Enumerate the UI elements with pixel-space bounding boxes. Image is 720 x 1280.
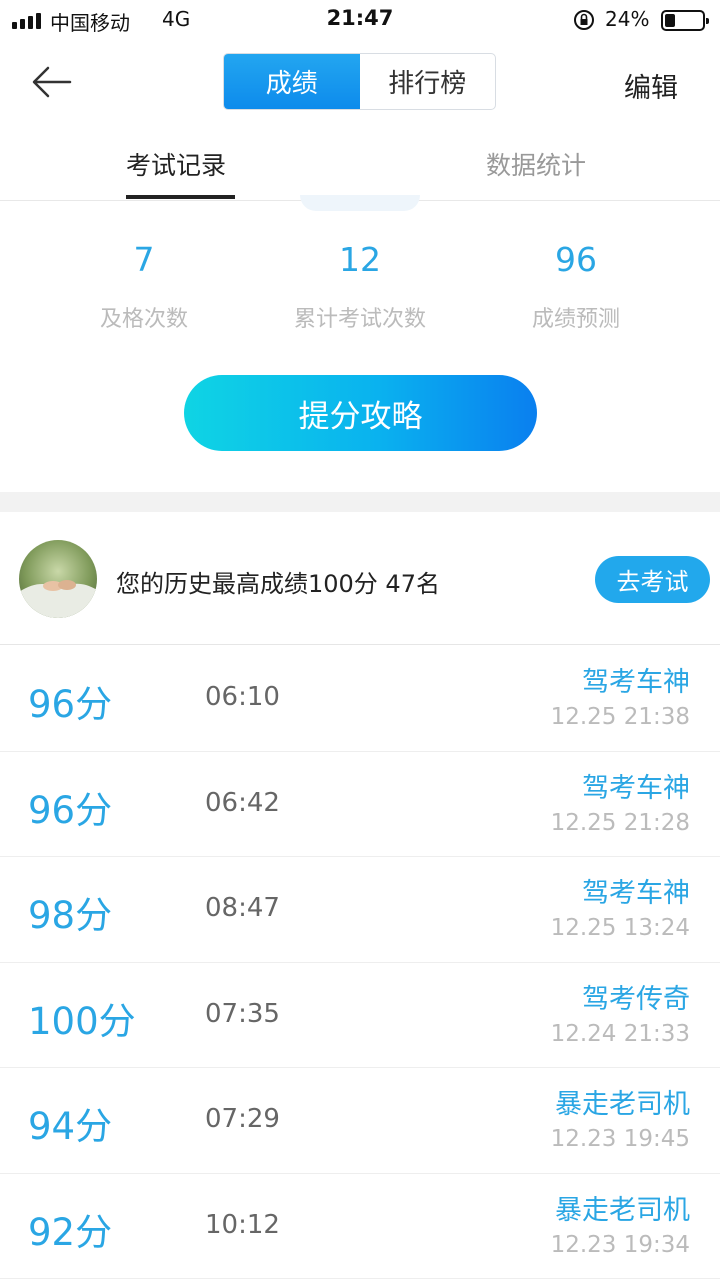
exam-record-list: 96分 06:10 驾考车神 12.25 21:38 96分 06:42 驾考车… xyxy=(0,646,720,1279)
record-duration: 06:10 xyxy=(205,682,280,712)
record-score: 94分 xyxy=(28,1105,113,1148)
edit-button[interactable]: 编辑 xyxy=(624,66,678,105)
best-score-text: 您的历史最高成绩100分 47名 xyxy=(116,570,440,598)
exam-record-row[interactable]: 96分 06:42 驾考车神 12.25 21:28 xyxy=(0,752,720,857)
orientation-lock-icon xyxy=(574,10,594,30)
active-tab-indicator xyxy=(126,195,235,199)
section-divider xyxy=(0,492,720,512)
record-score: 100分 xyxy=(28,999,136,1043)
stat-label: 及格次数 xyxy=(99,307,188,332)
nav-bar: 成绩 排行榜 编辑 xyxy=(0,40,720,124)
stat-score-prediction: 96 成绩预测 xyxy=(466,240,686,333)
tab-exam-records[interactable]: 考试记录 xyxy=(126,146,226,182)
record-score: 96分 xyxy=(28,683,113,726)
stat-total-exams: 12 累计考试次数 xyxy=(250,240,470,333)
exam-record-row[interactable]: 96分 06:10 驾考车神 12.25 21:38 xyxy=(0,646,720,752)
record-duration: 07:35 xyxy=(205,998,280,1029)
record-time: 12.25 13:24 xyxy=(550,915,690,941)
exam-record-row[interactable]: 98分 08:47 驾考车神 12.25 13:24 xyxy=(0,857,720,963)
segmented-control: 成绩 排行榜 xyxy=(223,53,496,110)
battery-percent: 24% xyxy=(605,7,650,31)
battery-icon xyxy=(661,10,709,31)
exam-record-row[interactable]: 100分 07:35 驾考传奇 12.24 21:33 xyxy=(0,963,720,1068)
stat-value: 96 xyxy=(555,240,597,279)
record-time: 12.24 21:33 xyxy=(550,1020,690,1047)
stat-pass-count: 7 及格次数 xyxy=(34,240,254,333)
stat-value: 7 xyxy=(133,240,155,279)
record-score: 98分 xyxy=(28,894,113,937)
score-tips-button[interactable]: 提分攻略 xyxy=(184,375,537,451)
avatar[interactable] xyxy=(19,540,97,618)
battery-fill xyxy=(665,14,675,27)
sub-tabs: 考试记录 数据统计 xyxy=(0,124,720,201)
go-exam-button[interactable]: 去考试 xyxy=(595,556,710,603)
stat-label: 成绩预测 xyxy=(531,307,620,332)
exam-record-row[interactable]: 92分 10:12 暴走老司机 12.23 19:34 xyxy=(0,1174,720,1279)
back-arrow-icon[interactable] xyxy=(30,62,74,102)
record-title: 驾考车神 xyxy=(582,878,690,909)
record-time: 12.25 21:38 xyxy=(550,704,690,730)
best-score-banner: 您的历史最高成绩100分 47名 去考试 xyxy=(0,512,720,645)
record-duration: 06:42 xyxy=(205,787,280,818)
status-bar: 中国移动 4G 21:47 24% xyxy=(0,0,720,40)
segment-leaderboard[interactable]: 排行榜 xyxy=(360,54,496,109)
record-time: 12.23 19:45 xyxy=(550,1126,690,1152)
record-title: 驾考车神 xyxy=(582,772,690,804)
record-title: 驾考车神 xyxy=(582,667,690,698)
record-time: 12.23 19:34 xyxy=(550,1231,690,1258)
record-title: 暴走老司机 xyxy=(555,1089,690,1120)
record-title: 驾考传奇 xyxy=(582,983,690,1015)
record-title: 暴走老司机 xyxy=(555,1194,690,1226)
record-time: 12.25 21:28 xyxy=(550,809,690,836)
tab-data-statistics[interactable]: 数据统计 xyxy=(486,146,586,182)
score-arc-decoration xyxy=(300,195,420,211)
record-duration: 08:47 xyxy=(205,893,280,923)
record-score: 92分 xyxy=(28,1210,113,1254)
record-duration: 10:12 xyxy=(205,1209,280,1240)
stat-value: 12 xyxy=(339,240,381,279)
record-duration: 07:29 xyxy=(205,1104,280,1134)
stat-label: 累计考试次数 xyxy=(293,307,426,332)
segment-scores[interactable]: 成绩 xyxy=(224,54,360,109)
record-score: 96分 xyxy=(28,788,113,832)
exam-record-row[interactable]: 94分 07:29 暴走老司机 12.23 19:45 xyxy=(0,1068,720,1174)
